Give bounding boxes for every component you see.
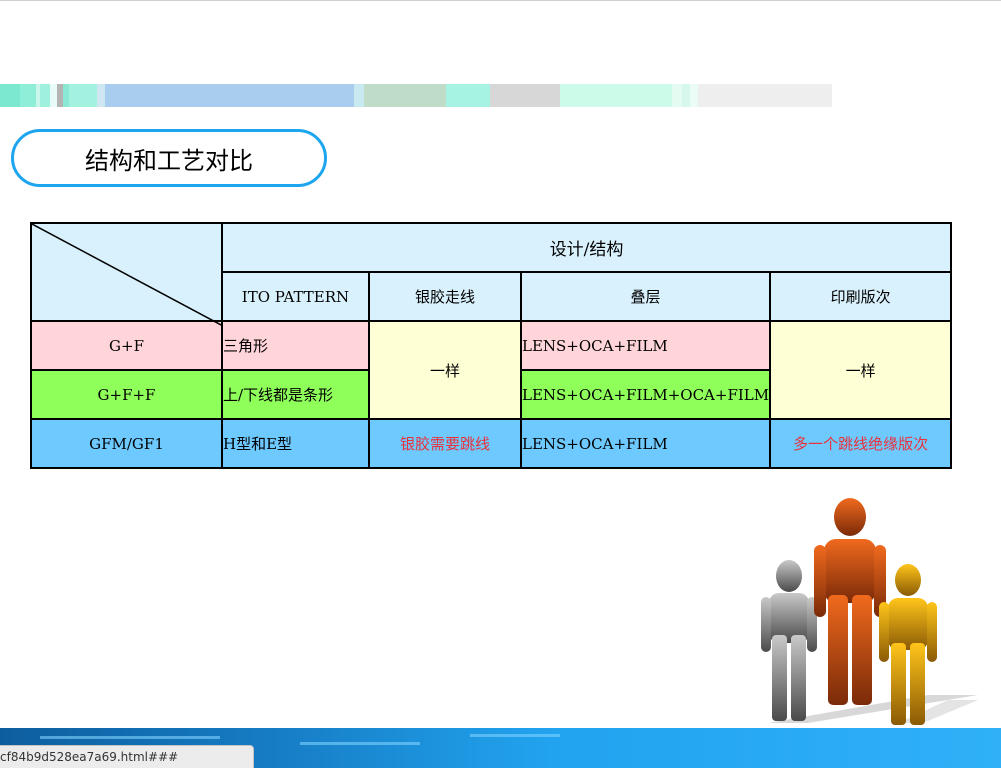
cell-gf-ito: 三角形 (221, 320, 370, 371)
red-person-icon (814, 498, 886, 705)
three-people-figures (761, 498, 978, 725)
column-header-silver-trace: 银胶走线 (368, 271, 522, 322)
cell-gff-ito: 上/下线都是条形 (221, 369, 370, 420)
cell-gfm-print: 多一个跳线绝缘版次 (769, 418, 953, 469)
top-border-line (0, 0, 1001, 1)
column-header-print-plates: 印刷版次 (769, 271, 953, 322)
column-header-stack: 叠层 (519, 271, 772, 322)
cell-print-merged: 一样 (769, 320, 953, 420)
status-url-text: cf84b9d528ea7a69.html### (0, 750, 179, 764)
gray-person-icon (761, 560, 817, 721)
cell-gf-stack: LENS+OCA+FILM (519, 320, 772, 371)
corner-diagonal-cell (30, 222, 223, 326)
cell-gff-stack: LENS+OCA+FILM+OCA+FILM (519, 369, 772, 420)
decorative-color-stripe (0, 84, 832, 107)
row-label-gfm: GFM/GF1 (30, 418, 223, 469)
row-label-gff: G+F+F (30, 369, 223, 420)
cell-gfm-silver: 银胶需要跳线 (368, 418, 522, 469)
cell-silver-merged: 一样 (368, 320, 522, 420)
cell-gfm-stack: LENS+OCA+FILM (519, 418, 772, 469)
row-label-gf: G+F (30, 320, 223, 371)
group-header-design-structure: 设计/结构 (220, 222, 953, 273)
status-bar-url: cf84b9d528ea7a69.html### (0, 745, 254, 768)
cell-gfm-ito: H型和E型 (221, 418, 370, 469)
slide-title: 结构和工艺对比 (11, 129, 327, 187)
column-header-ito-pattern: ITO PATTERN (221, 271, 370, 322)
slide-title-text: 结构和工艺对比 (85, 146, 253, 175)
diagonal-line (32, 224, 223, 326)
comparison-table: 设计/结构 ITO PATTERN 银胶走线 叠层 印刷版次 G+F 三角形 一… (30, 222, 953, 469)
